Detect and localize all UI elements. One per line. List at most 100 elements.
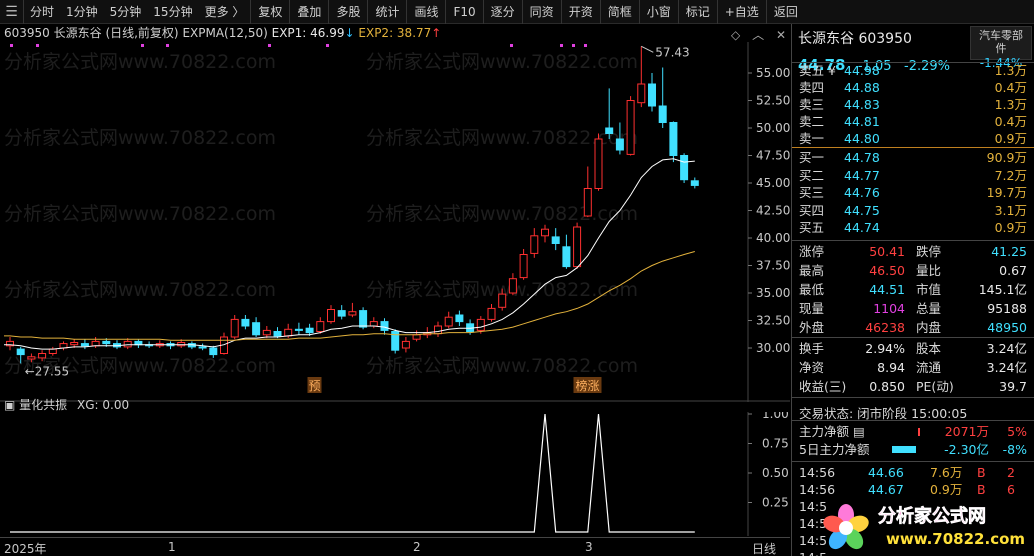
y-tick-label: 47.50 bbox=[756, 149, 790, 163]
stats-button[interactable]: 统计 bbox=[368, 0, 408, 24]
fuquan-button[interactable]: 复权 bbox=[251, 0, 291, 24]
level-price: 44.74 bbox=[844, 220, 880, 235]
period-label[interactable]: 日线 bbox=[752, 540, 776, 556]
tab-5min[interactable]: 5分钟 bbox=[104, 0, 148, 24]
candle-body bbox=[38, 353, 47, 359]
level-price: 44.98 bbox=[844, 63, 880, 78]
marker-yu: 预 bbox=[309, 379, 321, 393]
tab-15min[interactable]: 15分钟 bbox=[147, 0, 198, 24]
stat-label: 内盘 bbox=[916, 320, 942, 335]
tick-side: B bbox=[977, 465, 986, 480]
stat-row: 最高 46.50 量比 0.67 bbox=[792, 262, 1034, 279]
stat-value: 145.1亿 bbox=[978, 282, 1027, 297]
bid-level[interactable]: 买五 44.74 0.9万 bbox=[792, 220, 1034, 236]
level-volume: 0.4万 bbox=[994, 114, 1027, 129]
candle-body bbox=[177, 342, 186, 347]
series-line-exp1 bbox=[4, 158, 695, 350]
stat-value: 48950 bbox=[987, 320, 1027, 335]
multi-stock-button[interactable]: 多股 bbox=[329, 0, 369, 24]
level-price: 44.78 bbox=[844, 150, 880, 165]
stat-value: 1104 bbox=[873, 301, 905, 316]
overlay-button[interactable]: 叠加 bbox=[290, 0, 330, 24]
ask-level[interactable]: 卖四 44.88 0.4万 bbox=[792, 80, 1034, 96]
stat-value: 2.94% bbox=[865, 341, 905, 356]
sub-y-tick-label: 0.50 bbox=[762, 466, 789, 480]
stat-value: 39.7 bbox=[999, 379, 1027, 394]
back-button[interactable]: 返回 bbox=[767, 0, 805, 24]
ask-level[interactable]: 卖三 44.83 1.3万 bbox=[792, 97, 1034, 113]
stat-label: 最高 bbox=[799, 263, 825, 278]
level-price: 44.81 bbox=[844, 114, 880, 129]
ask-level[interactable]: 卖五 ¥ 44.98 1.3万 bbox=[792, 63, 1034, 79]
y-tick-label: 32.50 bbox=[756, 314, 790, 328]
candle-body bbox=[48, 348, 57, 355]
bid-level[interactable]: 买一 44.78 90.9万 bbox=[792, 150, 1034, 166]
menu-icon[interactable]: ☰ bbox=[0, 0, 24, 24]
tongzi-button[interactable]: 同资 bbox=[523, 0, 562, 24]
date-axis: 2025年 1 2 3 日线 bbox=[0, 537, 790, 556]
candle-body bbox=[626, 100, 635, 155]
simple-frame-button[interactable]: 简框 bbox=[601, 0, 640, 24]
watermark-text: 分析家公式网www.70822.com bbox=[366, 51, 638, 73]
mark-button[interactable]: 标记 bbox=[679, 0, 718, 24]
divider bbox=[792, 240, 1034, 241]
chart-controls: ◇ ︿ ✕ bbox=[731, 26, 786, 43]
f10-button[interactable]: F10 bbox=[446, 0, 484, 24]
kaizi-button[interactable]: 开资 bbox=[562, 0, 601, 24]
ask-level[interactable]: 卖二 44.81 0.4万 bbox=[792, 114, 1034, 130]
toolbar: ☰ 分时 1分钟 5分钟 15分钟 更多 〉 复权 叠加 多股 统计 画线 F1… bbox=[0, 0, 1034, 24]
draw-line-button[interactable]: 画线 bbox=[407, 0, 447, 24]
sub-collapse-icon[interactable]: ▣ bbox=[4, 398, 15, 412]
stat-value: 0.67 bbox=[999, 263, 1027, 278]
sector-badge[interactable]: 汽车零部 件 -1.44% bbox=[970, 26, 1032, 70]
stat-value: 95188 bbox=[987, 301, 1027, 316]
candle-body bbox=[690, 180, 699, 186]
candle-body bbox=[27, 356, 36, 360]
tab-1min[interactable]: 1分钟 bbox=[60, 0, 104, 24]
stat-label: 股本 bbox=[916, 341, 942, 356]
by-minute-button[interactable]: 逐分 bbox=[484, 0, 523, 24]
y-tick-label: 42.50 bbox=[756, 204, 790, 218]
candle-body bbox=[615, 138, 624, 151]
tick-count: 2 bbox=[1007, 465, 1015, 480]
exp1-arrow: ↓ bbox=[344, 26, 355, 40]
sub-line-layer bbox=[10, 413, 695, 533]
signal-dot bbox=[510, 44, 513, 47]
chart-area[interactable]: 603950 长源东谷 (日线,前复权) EXPMA(12,50) EXP1: … bbox=[0, 24, 790, 556]
candle-body bbox=[637, 83, 646, 104]
sub-indicator-label[interactable]: 量化共振 bbox=[19, 398, 67, 412]
exp2-arrow: ↑ bbox=[431, 26, 442, 40]
tab-fenshi[interactable]: 分时 bbox=[24, 0, 60, 24]
level-volume: 90.9万 bbox=[986, 150, 1027, 165]
y-tick-label: 50.00 bbox=[756, 121, 790, 135]
diamond-icon[interactable]: ◇ bbox=[731, 28, 740, 42]
candle-body bbox=[658, 105, 667, 123]
candle-body bbox=[284, 328, 293, 337]
bid-level[interactable]: 买二 44.77 7.2万 bbox=[792, 168, 1034, 184]
candle-body bbox=[327, 309, 335, 323]
tick-price: 44.66 bbox=[868, 465, 904, 480]
signal-dot bbox=[166, 44, 169, 47]
bid-level[interactable]: 买四 44.75 3.1万 bbox=[792, 203, 1034, 219]
ask-level[interactable]: 卖一 44.80 0.9万 bbox=[792, 131, 1034, 147]
chevron-up-icon[interactable]: ︿ bbox=[752, 28, 764, 42]
candle-body bbox=[102, 340, 111, 345]
date-tick: 1 bbox=[168, 540, 176, 554]
signal-dot bbox=[326, 44, 329, 47]
candle-body bbox=[348, 311, 357, 316]
indicator-label[interactable]: EXPMA(12,50) bbox=[182, 26, 267, 40]
divider bbox=[792, 337, 1034, 338]
candle-body bbox=[648, 83, 656, 107]
y-tick-label: 35.00 bbox=[756, 286, 790, 300]
tab-more[interactable]: 更多 〉 bbox=[199, 0, 251, 24]
close-icon[interactable]: ✕ bbox=[776, 28, 786, 42]
signal-dot bbox=[560, 44, 563, 47]
sub-y-axis: 1.00 0.75 0.50 0.25 bbox=[747, 412, 789, 536]
stat-row: 最低 44.51 市值 145.1亿 bbox=[792, 281, 1034, 298]
bid-level[interactable]: 买三 44.76 19.7万 bbox=[792, 185, 1034, 201]
add-watchlist-button[interactable]: +自选 bbox=[718, 0, 767, 24]
small-window-button[interactable]: 小窗 bbox=[640, 0, 679, 24]
level-label: 卖二 bbox=[799, 114, 825, 129]
stat-label: 流通 bbox=[916, 360, 942, 375]
candle-body bbox=[573, 226, 582, 268]
